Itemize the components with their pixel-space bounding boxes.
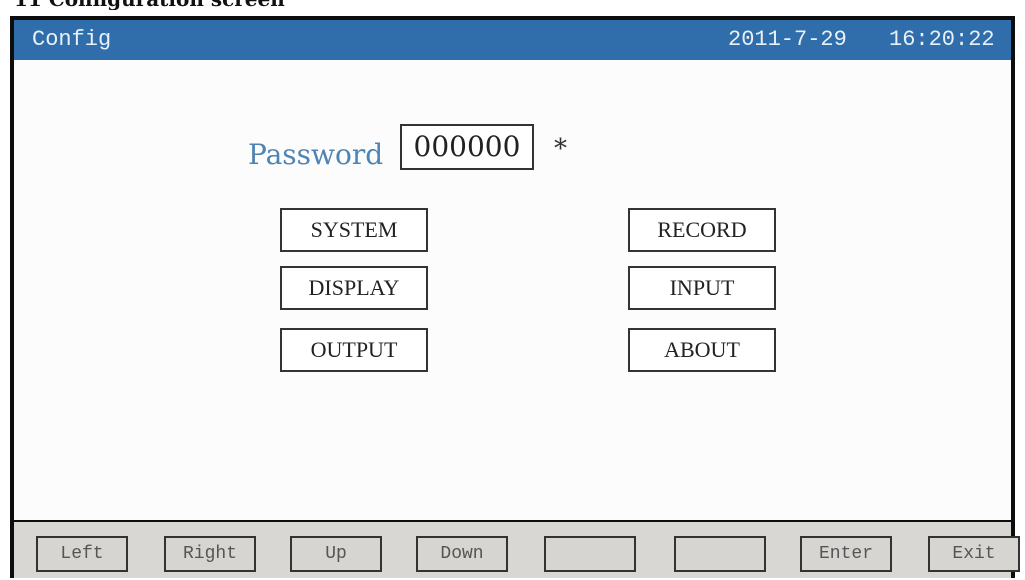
output-button[interactable]: OUTPUT (280, 328, 428, 372)
about-button[interactable]: ABOUT (628, 328, 776, 372)
password-indicator: * (554, 134, 567, 164)
figure-caption: 11 Configuration screen (14, 0, 614, 10)
display-button[interactable]: DISPLAY (280, 266, 428, 310)
date-display: 2011-7-29 (728, 27, 847, 52)
system-button[interactable]: SYSTEM (280, 208, 428, 252)
f5-key[interactable] (544, 536, 636, 572)
record-button[interactable]: RECORD (628, 208, 776, 252)
input-button[interactable]: INPUT (628, 266, 776, 310)
down-key[interactable]: Down (416, 536, 508, 572)
function-key-bar: Left Right Up Down Enter Exit (14, 522, 1020, 578)
up-key[interactable]: Up (290, 536, 382, 572)
password-label: Password (248, 138, 384, 171)
config-panel: Password 000000 * SYSTEM RECORD DISPLAY … (14, 60, 1011, 520)
time-display: 16:20:22 (889, 27, 995, 52)
f6-key[interactable] (674, 536, 766, 572)
title-bar: Config 2011-7-29 16:20:22 (14, 20, 1011, 60)
screen-title: Config (32, 27, 112, 52)
password-input[interactable]: 000000 (400, 124, 534, 170)
enter-key[interactable]: Enter (800, 536, 892, 572)
exit-key[interactable]: Exit (928, 536, 1020, 572)
left-key[interactable]: Left (36, 536, 128, 572)
right-key[interactable]: Right (164, 536, 256, 572)
screen-frame: Config 2011-7-29 16:20:22 Password 00000… (10, 16, 1020, 578)
